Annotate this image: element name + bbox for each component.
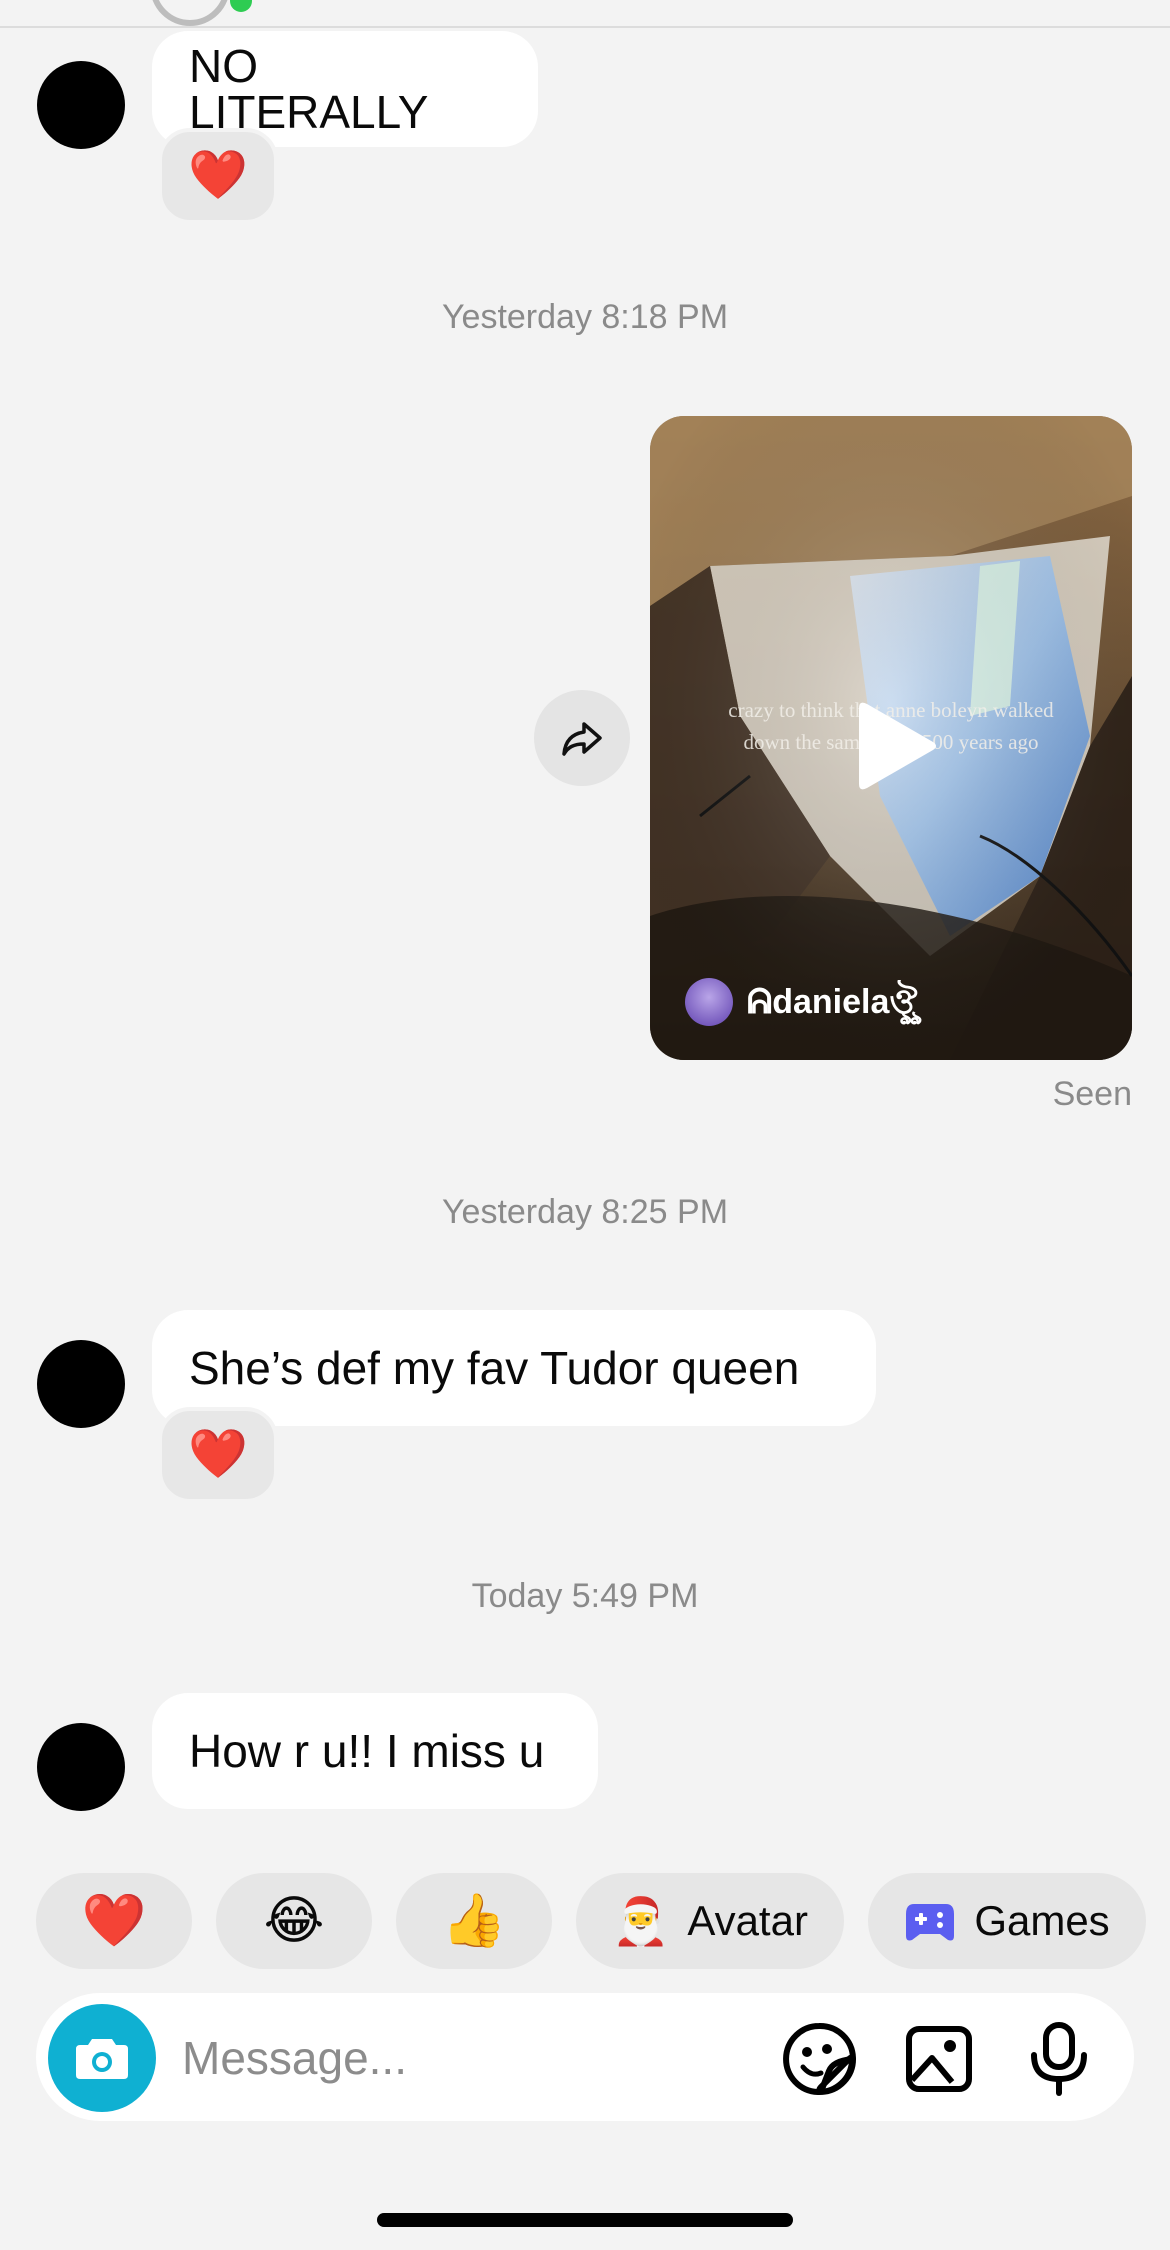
message-text: How r u!! I miss u [189, 1725, 545, 1777]
avatar-santa-emoji: 🎅 [612, 1895, 670, 1947]
share-arrow-icon [562, 722, 602, 756]
sticker-icon [783, 2022, 856, 2095]
header-divider [0, 26, 1170, 28]
laughing-emoji: 😂 [263, 1892, 325, 1950]
quick-reply-games[interactable]: Games [868, 1873, 1146, 1969]
seen-status: Seen [1052, 1075, 1132, 1113]
heart-reaction[interactable]: ❤️ [158, 1407, 278, 1503]
gallery-button[interactable] [899, 2019, 979, 2099]
heart-reaction[interactable]: ❤️ [158, 128, 278, 224]
shared-video[interactable]: crazy to think that anne boleyn walked d… [650, 416, 1132, 1060]
quick-reply-thumbs-up[interactable]: 👍 [396, 1873, 552, 1969]
sender-avatar[interactable] [37, 61, 125, 149]
sticker-button[interactable] [779, 2019, 859, 2099]
header-avatar[interactable] [150, 0, 230, 26]
microphone-icon [1031, 2022, 1087, 2096]
timestamp-divider: Yesterday 8:18 PM [441, 298, 729, 336]
gallery-icon [906, 2026, 972, 2092]
quick-reply-laughing[interactable]: 😂 [216, 1873, 372, 1969]
message-text: NO LITERALLY [189, 40, 429, 138]
message-bubble[interactable]: She’s def my fav Tudor queen [152, 1310, 876, 1426]
share-button[interactable] [534, 690, 630, 786]
microphone-button[interactable] [1019, 2019, 1099, 2099]
camera-icon [76, 2039, 128, 2079]
gamepad-icon [906, 1904, 955, 1941]
message-bubble[interactable]: How r u!! I miss u [152, 1693, 598, 1809]
thumbs-up-emoji: 👍 [441, 1892, 507, 1950]
online-status-dot [230, 0, 252, 12]
timestamp-divider: Today 5:49 PM [471, 1577, 699, 1615]
home-indicator[interactable] [377, 2213, 793, 2227]
heart-emoji: ❤️ [81, 1892, 147, 1950]
heart-reaction-emoji: ❤️ [188, 149, 248, 202]
play-icon[interactable] [853, 698, 939, 799]
author-avatar[interactable] [685, 978, 733, 1026]
author-name[interactable]: ᕱdanielaঔৣ [747, 982, 917, 1022]
heart-reaction-emoji: ❤️ [188, 1428, 248, 1481]
games-label: Games [974, 1897, 1110, 1944]
camera-button[interactable] [48, 2004, 156, 2112]
quick-reply-heart[interactable]: ❤️ [36, 1873, 192, 1969]
sender-avatar[interactable] [37, 1723, 125, 1811]
sender-avatar[interactable] [37, 1340, 125, 1428]
timestamp-divider: Yesterday 8:25 PM [441, 1193, 729, 1231]
avatar-label: Avatar [687, 1897, 808, 1944]
message-text: She’s def my fav Tudor queen [189, 1342, 800, 1394]
quick-reply-avatar[interactable]: 🎅 Avatar [576, 1873, 844, 1969]
message-input[interactable] [182, 2020, 742, 2096]
